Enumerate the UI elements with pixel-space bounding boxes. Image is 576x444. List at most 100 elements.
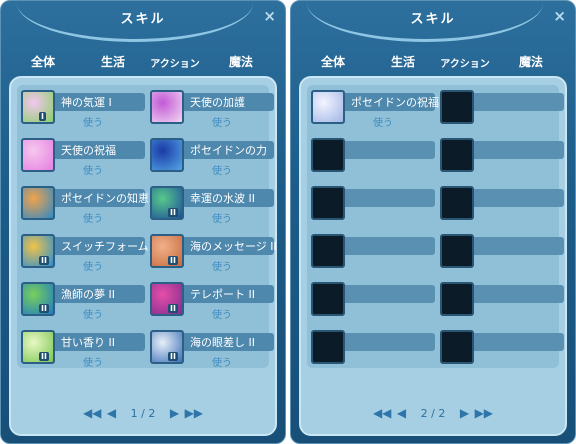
skill-entry[interactable]: I 神の気運 I 使う <box>21 90 147 130</box>
slot-well <box>440 234 474 268</box>
prev-page-button[interactable]: ◀ <box>107 406 116 420</box>
empty-skill-slot <box>440 138 566 178</box>
empty-skill-slot <box>311 330 437 370</box>
empty-skill-slot <box>440 234 566 274</box>
shell-icon[interactable]: II <box>150 234 184 268</box>
skill-name: 幸運の水波 II <box>190 192 255 205</box>
skill-level-badge: I <box>39 112 46 121</box>
skill-entry[interactable]: ポセイドンの力使う <box>150 138 276 178</box>
skill-level-badge: II <box>168 208 178 217</box>
use-skill-button[interactable]: 使う <box>83 258 103 273</box>
skill-level-badge: II <box>168 256 178 265</box>
skill-entry[interactable]: II 甘い香り II 使う <box>21 330 147 370</box>
angel-icon[interactable] <box>150 90 184 124</box>
tab-magic[interactable]: 魔法 <box>519 53 543 70</box>
feather-icon[interactable] <box>21 138 55 172</box>
skill-level-badge: II <box>39 304 49 313</box>
skill-level-badge: II <box>168 304 178 313</box>
last-page-button[interactable]: ▶▶ <box>185 406 203 420</box>
use-skill-button[interactable]: 使う <box>212 306 232 321</box>
leaf-icon[interactable]: I <box>21 90 55 124</box>
use-skill-button[interactable]: 使う <box>212 354 232 369</box>
skill-level-badge: II <box>39 352 49 361</box>
skill-entry[interactable]: II 幸運の水波 II 使う <box>150 186 276 226</box>
skill-name: 神の気運 I <box>61 96 112 109</box>
empty-skill-slot <box>440 186 566 226</box>
skill-level-badge: II <box>39 256 49 265</box>
use-skill-button[interactable]: 使う <box>212 162 232 177</box>
water-icon[interactable]: II <box>150 186 184 220</box>
skill-entry[interactable]: II 漁師の夢 II 使う <box>21 282 147 322</box>
empty-skill-slot <box>440 90 566 130</box>
use-skill-button[interactable]: 使う <box>212 258 232 273</box>
use-skill-button[interactable]: 使う <box>212 210 232 225</box>
fishing-icon[interactable]: II <box>21 282 55 316</box>
empty-skill-slot <box>440 282 566 322</box>
close-button[interactable]: × <box>263 7 276 25</box>
flower-icon[interactable]: II <box>21 330 55 364</box>
skill-name: 天使の祝福 <box>61 144 116 157</box>
switch-icon[interactable]: II <box>21 234 55 268</box>
skill-name: スイッチフォーム II <box>61 240 159 253</box>
skill-grid: I 神の気運 I 使う 天使の加護 使う 天使の祝福 使う ポセイドンの力 使う ポセイドンの知恵… <box>17 85 277 370</box>
teleport-icon[interactable]: II <box>150 282 184 316</box>
use-skill-button[interactable]: 使う <box>83 306 103 321</box>
skill-entry[interactable]: 天使の加護 使う <box>150 90 276 130</box>
whirlpool-icon[interactable] <box>150 138 184 172</box>
use-skill-button[interactable]: 使う <box>83 162 103 177</box>
slot-well <box>311 234 345 268</box>
skill-name: テレポート II <box>190 288 255 301</box>
slot-well <box>440 330 474 364</box>
skill-name: 海の眼差し II <box>190 336 255 349</box>
empty-skill-slot <box>311 138 437 178</box>
slot-well <box>311 186 345 220</box>
skill-entry[interactable]: II 海のメッセージ II 使う <box>150 234 277 274</box>
pagination: ◀◀ ◀ 1 / 2 ▶ ▶▶ <box>11 406 275 422</box>
first-page-button[interactable]: ◀◀ <box>83 406 101 420</box>
next-page-button[interactable]: ▶ <box>170 406 179 420</box>
tab-life[interactable]: 生活 <box>101 53 125 70</box>
empty-skill-slot <box>440 330 566 370</box>
skill-window-page-2: スキル × 全体 生活 アクション 魔法 ポセイドンの祝福使う ◀◀ ◀ 2 /… <box>290 0 576 444</box>
skill-entry[interactable]: II 海の眼差し II 使う <box>150 330 276 370</box>
skill-window-page-1: スキル × 全体 生活 アクション 魔法 I 神の気運 I 使う 天使の加護 使う 天使の… <box>0 0 286 444</box>
skill-entry[interactable]: II スイッチフォーム II 使う <box>21 234 159 274</box>
next-page-button[interactable]: ▶ <box>460 406 469 420</box>
skill-entry[interactable]: II テレポート II 使う <box>150 282 276 322</box>
prev-page-button[interactable]: ◀ <box>397 406 406 420</box>
skill-name: ポセイドンの力 <box>190 144 267 157</box>
eye-icon[interactable]: II <box>150 330 184 364</box>
use-skill-button[interactable]: 使う <box>212 114 232 129</box>
skill-entry[interactable]: 天使の祝福使う <box>21 138 147 178</box>
close-button[interactable]: × <box>553 7 566 25</box>
use-skill-button[interactable]: 使う <box>373 114 393 129</box>
use-skill-button[interactable]: 使う <box>83 354 103 369</box>
first-page-button[interactable]: ◀◀ <box>373 406 391 420</box>
skill-name: ポセイドンの知恵 <box>61 192 149 205</box>
skill-level-badge: II <box>168 352 178 361</box>
skill-list-frame: ポセイドンの祝福使う ◀◀ ◀ 2 / 2 ▶ ▶▶ <box>299 76 567 436</box>
slot-well <box>311 282 345 316</box>
window-title: スキル <box>410 12 456 27</box>
last-page-button[interactable]: ▶▶ <box>475 406 493 420</box>
tab-action[interactable]: アクション <box>440 55 490 70</box>
skill-name: ポセイドンの祝福 <box>351 96 439 109</box>
skill-list-frame: I 神の気運 I 使う 天使の加護 使う 天使の祝福 使う ポセイドンの力 使う ポセイドンの知恵… <box>9 76 277 436</box>
tab-all[interactable]: 全体 <box>321 53 345 70</box>
tab-action[interactable]: アクション <box>150 55 200 70</box>
cross-icon[interactable] <box>311 90 345 124</box>
tab-all[interactable]: 全体 <box>31 53 55 70</box>
use-skill-button[interactable]: 使う <box>83 210 103 225</box>
empty-skill-slot <box>311 186 437 226</box>
tab-bar: 全体 生活 アクション 魔法 <box>15 53 271 71</box>
page-indicator: 1 / 2 <box>130 406 156 420</box>
pagination: ◀◀ ◀ 2 / 2 ▶ ▶▶ <box>301 406 565 422</box>
sunset-icon[interactable] <box>21 186 55 220</box>
skill-entry[interactable]: ポセイドンの知恵使う <box>21 186 149 226</box>
slot-well <box>440 138 474 172</box>
tab-magic[interactable]: 魔法 <box>229 53 253 70</box>
tab-life[interactable]: 生活 <box>391 53 415 70</box>
use-skill-button[interactable]: 使う <box>83 114 103 129</box>
skill-entry[interactable]: ポセイドンの祝福使う <box>311 90 439 130</box>
empty-skill-slot <box>311 282 437 322</box>
